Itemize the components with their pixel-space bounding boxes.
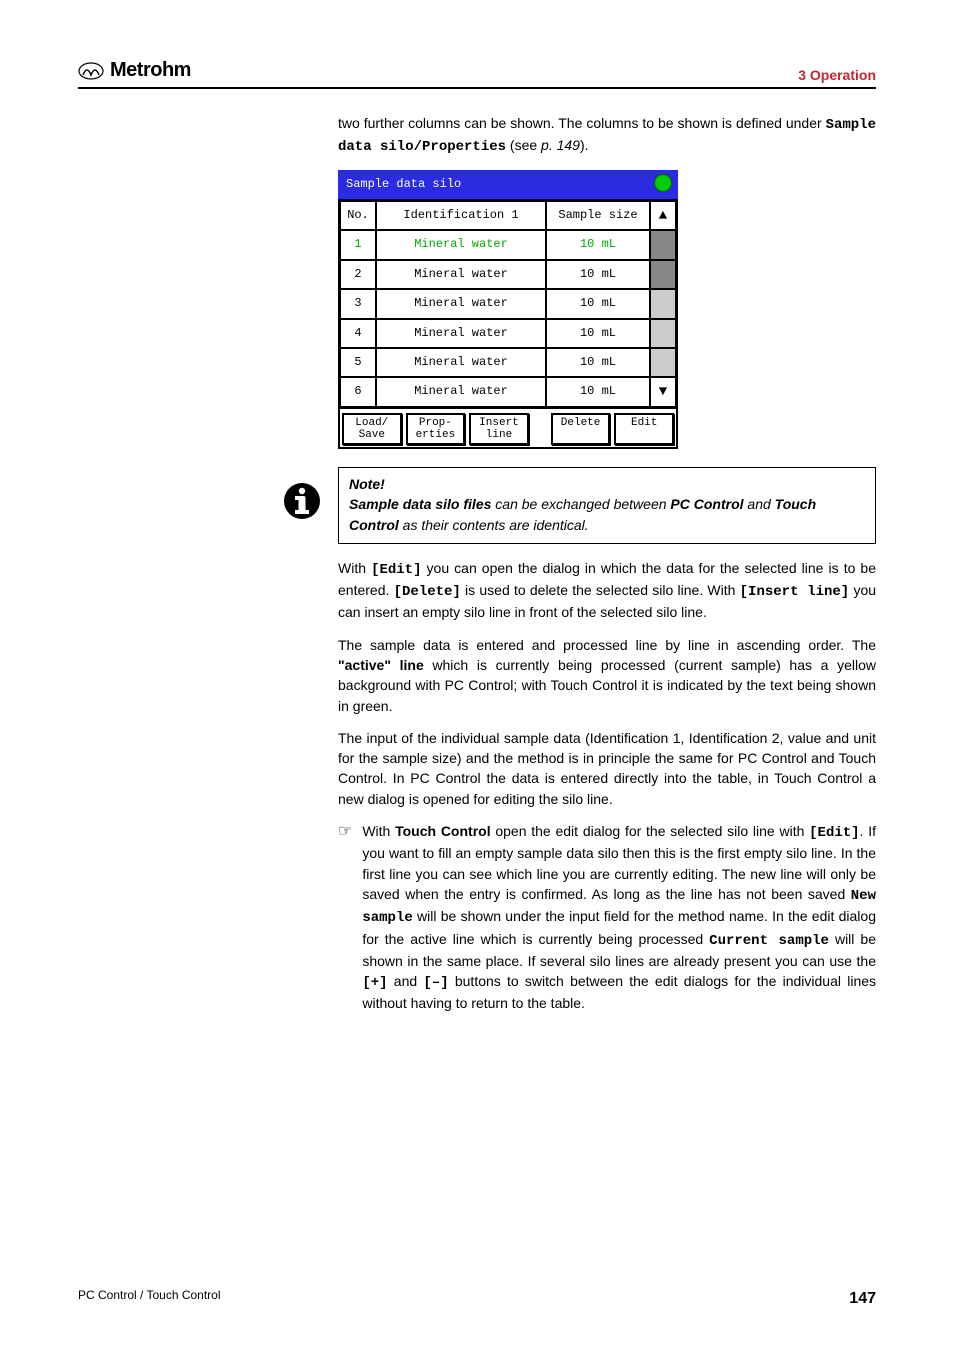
table-row[interactable]: 5Mineral water10 mL: [340, 348, 676, 377]
scroll-track[interactable]: [650, 230, 676, 259]
properties-button[interactable]: Prop- erties: [406, 413, 466, 445]
table-header-row: No. Identification 1 Sample size ▲: [340, 201, 676, 230]
table-row[interactable]: 4Mineral water10 mL: [340, 319, 676, 348]
cell-size: 10 mL: [546, 289, 650, 318]
scroll-track[interactable]: [650, 289, 676, 318]
tc-ref: Touch Control: [395, 823, 490, 839]
note-heading: Note!: [349, 474, 865, 494]
cell-size: 10 mL: [546, 348, 650, 377]
cell-id: Mineral water: [376, 230, 546, 259]
cell-no: 1: [340, 230, 376, 259]
scroll-track[interactable]: [650, 348, 676, 377]
sample-data-silo-screenshot: Sample data silo No. Identification 1 Sa…: [338, 170, 678, 449]
intro-a: two further columns can be shown. The co…: [338, 115, 826, 131]
col-size: Sample size: [546, 201, 650, 230]
chevron-up-icon: ▲: [659, 206, 667, 226]
dialog-title: Sample data silo: [346, 177, 461, 191]
note-b2: PC Control: [670, 496, 743, 512]
page-header: Metrohm 3 Operation: [78, 56, 876, 89]
logo-icon: [78, 62, 104, 80]
logo-text: Metrohm: [110, 56, 191, 85]
scroll-track[interactable]: [650, 319, 676, 348]
cell-size: 10 mL: [546, 377, 650, 406]
help-icon[interactable]: [654, 174, 672, 192]
table-row[interactable]: 3Mineral water10 mL: [340, 289, 676, 318]
cell-no: 5: [340, 348, 376, 377]
intro-pageref: p. 149: [541, 137, 580, 153]
cell-size: 10 mL: [546, 230, 650, 259]
pointing-hand-icon: ☞: [338, 821, 352, 1014]
silo-table: No. Identification 1 Sample size ▲ 1Mine…: [338, 199, 678, 409]
dialog-titlebar: Sample data silo: [338, 170, 678, 199]
col-no: No.: [340, 201, 376, 230]
minus-ref: [–]: [423, 975, 448, 991]
chevron-down-icon: ▼: [659, 382, 667, 402]
touch-control-text: With Touch Control open the edit dialog …: [362, 821, 876, 1014]
cell-size: 10 mL: [546, 260, 650, 289]
intro-paragraph: two further columns can be shown. The co…: [338, 113, 876, 158]
section-title: 3 Operation: [798, 65, 876, 85]
current-sample-ref: Current sample: [709, 933, 829, 949]
insert-line-button[interactable]: Insert line: [469, 413, 529, 445]
scroll-up-button[interactable]: ▲: [650, 201, 676, 230]
note-t2: and: [744, 496, 775, 512]
insert-ref: [Insert line]: [740, 584, 850, 600]
edit-button[interactable]: Edit: [614, 413, 674, 445]
cell-id: Mineral water: [376, 377, 546, 406]
cell-id: Mineral water: [376, 289, 546, 318]
cell-no: 6: [340, 377, 376, 406]
delete-ref: [Delete]: [394, 584, 461, 600]
edit-ref-2: [Edit]: [809, 825, 859, 841]
footer-left: PC Control / Touch Control: [78, 1287, 221, 1310]
page-footer: PC Control / Touch Control 147: [78, 1287, 876, 1310]
col-id: Identification 1: [376, 201, 546, 230]
touch-control-bullet: ☞ With Touch Control open the edit dialo…: [338, 821, 876, 1014]
note-body: Sample data silo files can be exchanged …: [349, 494, 865, 535]
cell-no: 3: [340, 289, 376, 318]
plus-ref: [+]: [362, 975, 387, 991]
scroll-down-button[interactable]: ▼: [650, 377, 676, 406]
logo: Metrohm: [78, 56, 191, 85]
edit-ref: [Edit]: [371, 562, 421, 578]
intro-b: (see: [506, 137, 541, 153]
note-t1: can be exchanged between: [491, 496, 670, 512]
cell-id: Mineral water: [376, 319, 546, 348]
cell-size: 10 mL: [546, 319, 650, 348]
table-row[interactable]: 6Mineral water10 mL ▼: [340, 377, 676, 406]
scroll-track[interactable]: [650, 260, 676, 289]
paragraph-active-line: The sample data is entered and processed…: [338, 635, 876, 716]
dialog-button-row: Load/ Save Prop- erties Insert line Dele…: [338, 409, 678, 449]
note-box: Note! Sample data silo files can be exch…: [338, 467, 876, 544]
note-t3: as their contents are identical.: [399, 517, 589, 533]
cell-no: 4: [340, 319, 376, 348]
info-icon: [282, 481, 322, 526]
intro-c: ).: [580, 137, 589, 153]
paragraph-input: The input of the individual sample data …: [338, 728, 876, 809]
table-row[interactable]: 1Mineral water10 mL: [340, 230, 676, 259]
note-b1: Sample data silo files: [349, 496, 491, 512]
delete-button[interactable]: Delete: [551, 413, 611, 445]
cell-id: Mineral water: [376, 348, 546, 377]
cell-no: 2: [340, 260, 376, 289]
paragraph-edit-delete: With [Edit] you can open the dialog in w…: [338, 558, 876, 623]
active-line-ref: "active" line: [338, 657, 424, 673]
load-save-button[interactable]: Load/ Save: [342, 413, 402, 445]
cell-id: Mineral water: [376, 260, 546, 289]
table-row[interactable]: 2Mineral water10 mL: [340, 260, 676, 289]
page-number: 147: [849, 1287, 876, 1310]
